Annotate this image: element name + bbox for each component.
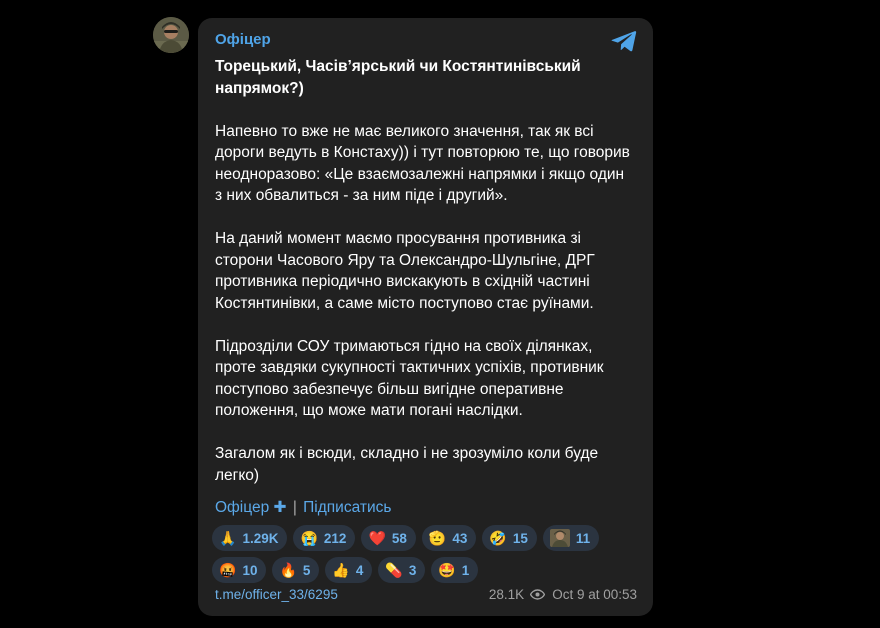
post-footer-links: Офіцер ✚ | Підписатись [215,498,391,517]
pill-icon: 💊 [385,562,403,578]
reaction-custom-soldier[interactable]: 11 [542,525,600,551]
post-paragraph: Загалом як і всюди, складно і не зрозумі… [215,445,599,484]
view-count: 28.1K [488,587,525,602]
post-text: Торецький, Часівʼярський чи Костянтинівс… [215,56,635,508]
post-title: Торецький, Часівʼярський чи Костянтинівс… [215,58,581,97]
reaction-count: 15 [512,530,528,546]
reaction-count: 4 [355,562,364,578]
star-struck-icon: 🤩 [438,562,456,578]
reaction-red-heart[interactable]: ❤️ 58 [361,525,416,551]
reaction-thumbs-up[interactable]: 👍 4 [325,557,373,583]
post-paragraph: Напевно то вже не має великого значення,… [215,122,630,205]
post-paragraph: Підрозділи СОУ тримаються гідно на своїх… [215,337,604,420]
reactions-bar: 🙏 1.29K 😭 212 ❤️ 58 🫡 43 🤣 15 11 🤬 10 🔥 … [212,525,642,583]
channel-avatar[interactable] [153,17,189,53]
reaction-saluting[interactable]: 🫡 43 [421,525,477,551]
post-date: Oct 9 at 00:53 [552,587,637,602]
separator: | [292,499,297,516]
post-paragraph: На даний момент маємо просування противн… [215,230,595,312]
reaction-count: 5 [302,562,311,578]
message-card: Офіцер Торецький, Часівʼярський чи Костя… [198,18,653,616]
reaction-count: 58 [391,530,407,546]
reaction-count: 10 [242,562,258,578]
loudly-crying-face-icon: 😭 [300,530,318,546]
cursing-face-icon: 🤬 [219,562,237,578]
reaction-count: 212 [323,530,347,546]
folded-hands-icon: 🙏 [219,530,237,546]
fire-icon: 🔥 [279,562,297,578]
reaction-folded-hands[interactable]: 🙏 1.29K [212,525,288,551]
reaction-pill[interactable]: 💊 3 [378,557,426,583]
reaction-fire[interactable]: 🔥 5 [272,557,320,583]
custom-soldier-emoji-icon [549,529,570,547]
rolling-laughing-face-icon: 🤣 [489,530,507,546]
channel-name[interactable]: Офіцер [215,31,271,48]
soldier-avatar-icon [153,17,189,53]
channel-link[interactable]: Офіцер ✚ [215,499,287,516]
saluting-face-icon: 🫡 [428,530,447,546]
subscribe-link[interactable]: Підписатись [303,499,391,516]
reaction-star-struck[interactable]: 🤩 1 [431,557,479,583]
thumbs-up-icon: 👍 [332,562,350,578]
telegram-icon[interactable] [611,29,637,53]
eye-icon [530,589,546,600]
red-heart-icon: ❤️ [368,530,386,546]
reaction-count: 1.29K [242,530,279,546]
reaction-cursing[interactable]: 🤬 10 [212,557,267,583]
reaction-count: 3 [408,562,417,578]
reaction-count: 1 [461,562,470,578]
reaction-count: 43 [452,530,468,546]
reaction-count: 11 [575,530,591,546]
reaction-rolling-laughing[interactable]: 🤣 15 [482,525,537,551]
reaction-loudly-crying[interactable]: 😭 212 [293,525,356,551]
post-stats: 28.1K Oct 9 at 00:53 [489,587,637,602]
post-meta-row: t.me/officer_33/6295 28.1K Oct 9 at 00:5… [215,587,637,602]
post-link[interactable]: t.me/officer_33/6295 [215,587,338,602]
